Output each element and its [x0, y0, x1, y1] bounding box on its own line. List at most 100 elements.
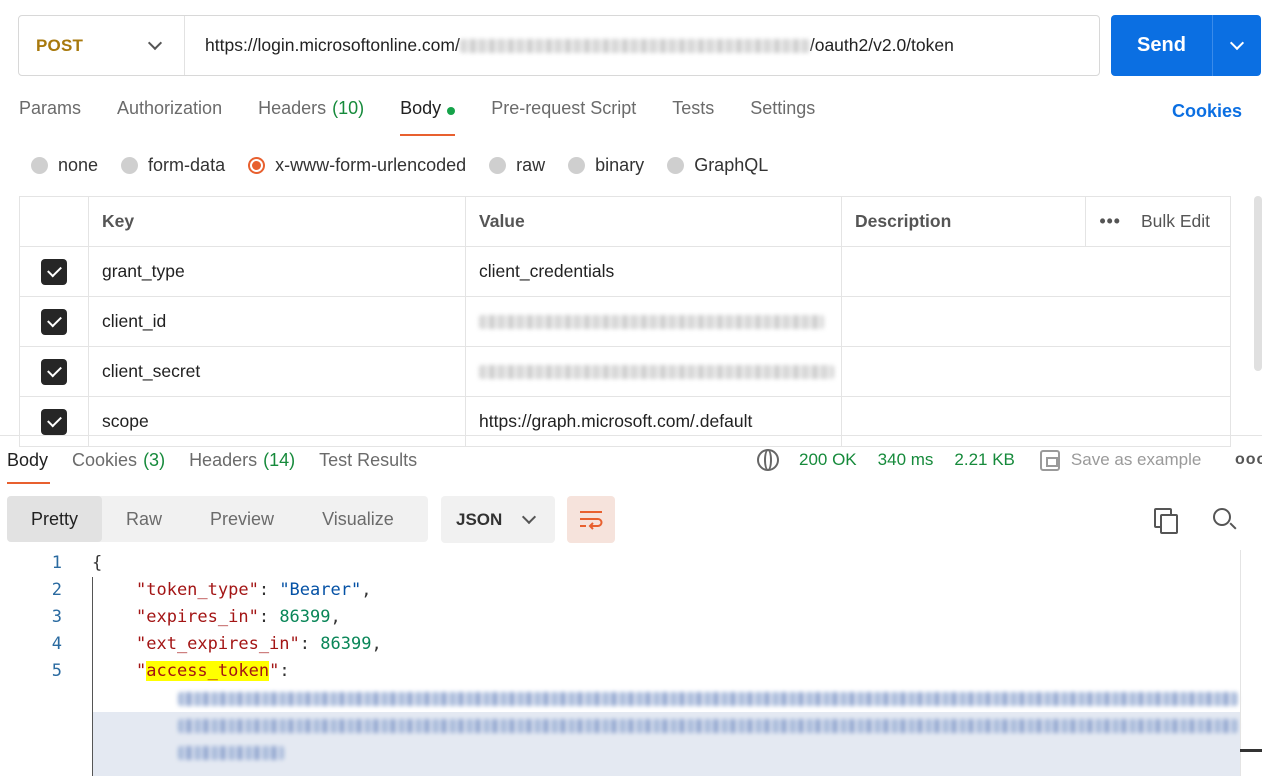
search-icon[interactable]	[1213, 508, 1237, 532]
redacted-access-token	[178, 746, 284, 760]
redacted-client-secret	[479, 364, 834, 379]
method-label: POST	[36, 35, 84, 55]
radio-raw[interactable]: raw	[489, 155, 545, 176]
tab-authorization[interactable]: Authorization	[117, 98, 222, 136]
code-viewer-edge	[1240, 550, 1241, 776]
url-prefix: https://login.microsoftonline.com/	[205, 35, 460, 55]
tab-test-results[interactable]: Test Results	[319, 450, 417, 484]
line-number: 3	[51, 607, 62, 627]
param-value[interactable]: client_credentials	[465, 247, 841, 296]
redacted-client-id	[479, 314, 824, 329]
line-number: 2	[51, 580, 62, 600]
line-number: 4	[51, 634, 62, 654]
request-url-bar: POST https://login.microsoftonline.com/ …	[18, 15, 1100, 76]
redacted-access-token	[178, 692, 1238, 706]
param-value[interactable]: https://graph.microsoft.com/.default	[465, 397, 841, 446]
param-key[interactable]: grant_type	[88, 247, 465, 296]
copy-icon[interactable]	[1154, 508, 1178, 534]
param-description[interactable]	[841, 247, 1231, 296]
view-visualize[interactable]: Visualize	[298, 496, 418, 542]
wrap-lines-icon	[580, 510, 603, 530]
params-table: Key Value Description ••• Bulk Edit grant…	[19, 196, 1231, 447]
tab-settings[interactable]: Settings	[750, 98, 815, 136]
table-header-row: Key Value Description ••• Bulk Edit	[19, 197, 1231, 247]
param-value[interactable]	[465, 347, 841, 396]
method-selector[interactable]: POST	[19, 16, 185, 75]
view-mode-segmented: Pretty Raw Preview Visualize	[7, 496, 428, 542]
radio-circle-icon	[568, 157, 586, 174]
table-row: scope https://graph.microsoft.com/.defau…	[19, 397, 1231, 447]
tab-params[interactable]: Params	[19, 98, 81, 136]
response-tabs: Body Cookies (3) Headers (14) Test Results	[7, 450, 441, 484]
redacted-tenant-id	[459, 38, 810, 53]
row-checkbox[interactable]	[41, 258, 67, 285]
tab-response-cookies[interactable]: Cookies (3)	[72, 450, 165, 484]
save-as-example-button[interactable]: Save as example	[1039, 449, 1201, 471]
globe-icon[interactable]	[757, 449, 779, 471]
response-status-bar: 200 OK 340 ms 2.21 KB Save as example	[757, 449, 1201, 471]
body-type-radios: none form-data x-www-form-urlencoded raw…	[31, 155, 791, 176]
param-description[interactable]	[841, 347, 1231, 396]
more-options-icon[interactable]: ooo	[1235, 451, 1262, 469]
column-value: Value	[465, 197, 841, 246]
row-checkbox[interactable]	[41, 308, 67, 335]
tab-tests[interactable]: Tests	[672, 98, 714, 136]
code-line: 4 "ext_expires_in": 86399,	[0, 631, 1240, 658]
row-checkbox[interactable]	[41, 408, 67, 435]
tab-pre-request-script[interactable]: Pre-request Script	[491, 98, 636, 136]
radio-circle-icon	[121, 157, 139, 174]
status-code[interactable]: 200 OK	[799, 450, 857, 470]
response-code-viewer[interactable]: 1 { 2 "token_type": "Bearer", 3 "expires…	[0, 550, 1240, 776]
response-time[interactable]: 340 ms	[878, 450, 934, 470]
param-description[interactable]	[841, 297, 1231, 346]
code-line: 2 "token_type": "Bearer",	[0, 577, 1240, 604]
param-key[interactable]: client_id	[88, 297, 465, 346]
radio-selected-icon	[248, 157, 266, 174]
more-options-icon[interactable]: •••	[1100, 211, 1121, 232]
cookies-link[interactable]: Cookies	[1172, 101, 1242, 122]
param-value[interactable]	[465, 297, 841, 346]
headers-count: (10)	[332, 98, 365, 118]
radio-form-data[interactable]: form-data	[121, 155, 225, 176]
bulk-edit-button[interactable]: ••• Bulk Edit	[1084, 197, 1230, 246]
line-number: 1	[51, 553, 62, 573]
send-button[interactable]: Send	[1111, 15, 1213, 76]
format-select[interactable]: JSON	[441, 496, 555, 543]
response-size[interactable]: 2.21 KB	[954, 450, 1015, 470]
tab-response-body[interactable]: Body	[7, 450, 51, 484]
chevron-down-icon	[1229, 35, 1245, 50]
tab-response-headers[interactable]: Headers (14)	[189, 450, 295, 484]
send-options-button[interactable]	[1213, 15, 1261, 76]
tab-headers[interactable]: Headers (10)	[258, 98, 364, 136]
param-description[interactable]	[841, 397, 1231, 446]
code-line: 1 {	[0, 550, 1240, 577]
view-pretty[interactable]: Pretty	[7, 496, 103, 542]
radio-none[interactable]: none	[31, 155, 98, 176]
radio-x-www-form-urlencoded[interactable]: x-www-form-urlencoded	[248, 155, 466, 176]
scroll-position-marker[interactable]	[1240, 749, 1262, 752]
table-row: client_secret	[19, 347, 1231, 397]
request-tabs: Params Authorization Headers (10) Body Pr…	[19, 98, 851, 138]
view-preview[interactable]: Preview	[186, 496, 298, 542]
redacted-access-token	[178, 719, 1238, 733]
column-key: Key	[88, 197, 465, 246]
pane-divider[interactable]	[0, 435, 1262, 436]
tab-body[interactable]: Body	[400, 98, 456, 136]
chevron-down-icon	[522, 509, 537, 524]
wrap-lines-button[interactable]	[567, 496, 615, 543]
table-row: grant_type client_credentials	[19, 247, 1231, 297]
url-suffix: /oauth2/v2.0/token	[809, 35, 954, 55]
radio-circle-icon	[489, 157, 507, 174]
row-checkbox[interactable]	[41, 358, 67, 385]
params-scrollbar[interactable]	[1254, 196, 1262, 371]
save-icon	[1039, 449, 1060, 471]
highlighted-access-token-key: access_token	[146, 661, 270, 681]
code-line: 3 "expires_in": 86399,	[0, 604, 1240, 631]
view-raw[interactable]: Raw	[102, 496, 186, 542]
param-key[interactable]: client_secret	[88, 347, 465, 396]
radio-graphql[interactable]: GraphQL	[667, 155, 768, 176]
body-modified-dot-icon	[447, 107, 456, 115]
param-key[interactable]: scope	[88, 397, 465, 446]
url-input[interactable]: https://login.microsoftonline.com/ /oaut…	[185, 35, 954, 56]
radio-binary[interactable]: binary	[568, 155, 644, 176]
